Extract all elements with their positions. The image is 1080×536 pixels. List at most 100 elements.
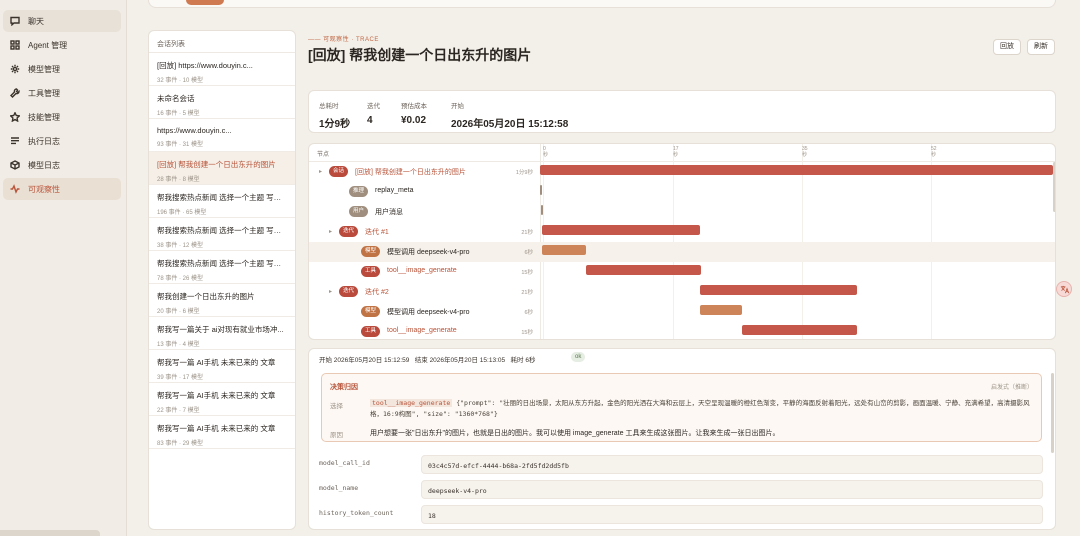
nav-item-observability[interactable]: 可观察性	[3, 178, 121, 200]
timeline-bar[interactable]	[742, 325, 857, 335]
nav-item-model-log[interactable]: 模型日志	[3, 154, 121, 176]
translate-icon	[1060, 285, 1069, 293]
nav-item-label: 技能管理	[28, 112, 60, 122]
span-took: 耗时 6秒	[510, 357, 536, 364]
timeline-tick: 0秒	[543, 146, 548, 158]
kv-key: model_name	[319, 484, 359, 492]
span-time-info: 开始 2026年05月20日 15:12:59 结束 2026年05月20日 1…	[319, 354, 535, 364]
timeline-bar[interactable]	[540, 185, 542, 195]
timeline-row[interactable]: ▸ 迭代 迭代 #2 21秒	[309, 282, 1055, 302]
timeline-row[interactable]: 模型 模型调用 deepseek-v4-pro 6秒	[309, 302, 1055, 322]
stat-duration: 总耗时 1分9秒	[319, 100, 350, 130]
expand-caret-icon[interactable]: ▸	[319, 168, 322, 175]
node-label: 用户消息	[375, 209, 403, 216]
span-start: 开始 2026年05月20日 15:12:59	[319, 357, 410, 364]
node-label: 模型调用 deepseek-v4-pro	[387, 249, 470, 256]
session-item[interactable]: 帮我创建一个日出东升的图片 20 事件 · 6 模型	[149, 284, 295, 317]
timeline-row[interactable]: 推理 replay_meta	[309, 182, 1055, 202]
session-title: 帮我搜索热点新闻 选择一个主题 写一...	[157, 193, 287, 202]
tick-unit: 秒	[673, 152, 679, 158]
session-title: 帮我搜索热点新闻 选择一个主题 写一...	[157, 226, 287, 235]
stat-value: 4	[367, 115, 373, 126]
timeline-row[interactable]: 工具 tool__image_generate 15秒	[309, 322, 1055, 339]
timeline-scrollbar[interactable]	[1053, 162, 1055, 212]
session-title: [回放] 帮我创建一个日出东升的图片	[157, 160, 276, 169]
timeline-row[interactable]: ▸ 会话 [回放] 帮我创建一个日出东升的图片 1分9秒	[309, 162, 1055, 182]
refresh-button[interactable]: 刷新	[1027, 39, 1055, 55]
details-scrollbar[interactable]	[1051, 373, 1054, 453]
timeline-bar[interactable]	[542, 245, 586, 255]
sidebar-nav: 聊天 Agent 管理 模型管理 工具管理 技能管理 执行日志 模型日志 可观察…	[0, 0, 127, 536]
session-item[interactable]: 帮我写一篇 AI手机 未来已来的 文章 83 事件 · 29 模型	[149, 416, 295, 449]
session-item[interactable]: 帮我搜索热点新闻 选择一个主题 写一... 196 事件 · 65 模型	[149, 185, 295, 218]
timeline-row[interactable]: 模型 模型调用 deepseek-v4-pro 6秒	[309, 242, 1055, 262]
timeline-row[interactable]: 用户 用户消息	[309, 202, 1055, 222]
star-icon	[8, 110, 22, 124]
top-strip	[148, 0, 1056, 8]
session-item[interactable]: 帮我搜索热点新闻 选择一个主题 写一... 78 事件 · 26 模型	[149, 251, 295, 284]
nav-item-label: 可观察性	[28, 184, 60, 194]
replay-button[interactable]: 回放	[993, 39, 1021, 55]
select-args: {"prompt": "壮丽的日出场景，太阳从东方升起，金色的阳光洒在大海和云层…	[370, 399, 1030, 418]
node-label: 模型调用 deepseek-v4-pro	[387, 309, 470, 316]
nav-item-tools[interactable]: 工具管理	[3, 82, 121, 104]
status-badge: ok	[571, 352, 586, 362]
timeline-row[interactable]: 工具 tool__image_generate 15秒	[309, 262, 1055, 282]
timeline-bar[interactable]	[586, 265, 701, 275]
stats-card: 总耗时 1分9秒 迭代 4 预估成本 ¥0.02 开始 2026年05月20日 …	[308, 90, 1056, 133]
grid-icon	[8, 38, 22, 52]
node-label: tool__image_generate	[387, 327, 457, 334]
session-meta: 93 事件 · 31 模型	[157, 142, 204, 148]
session-item[interactable]: 帮我写一篇关于 ai对现有就业市场冲... 13 事件 · 4 模型	[149, 317, 295, 350]
node-label: 迭代 #2	[365, 289, 389, 296]
timeline-bar[interactable]	[541, 205, 543, 215]
session-item[interactable]: 帮我写一篇 AI手机 未来已来的 文章 22 事件 · 7 模型	[149, 383, 295, 416]
node-type-badge: 会话	[329, 166, 349, 177]
session-meta: 20 事件 · 6 模型	[157, 309, 200, 315]
nav-item-label: 模型日志	[28, 160, 60, 170]
timeline-bar[interactable]	[542, 225, 700, 235]
expand-caret-icon[interactable]: ▸	[329, 228, 332, 235]
session-item[interactable]: 帮我写一篇 AI手机 未来已来的 文章 39 事件 · 17 模型	[149, 350, 295, 383]
trace-timeline: 节点 0 秒 17 秒 35 秒 52 秒 ▸ 会话 [回放] 帮我创建一个日出东升的图片 1分9秒…	[308, 143, 1056, 340]
nav-item-chat[interactable]: 聊天	[3, 10, 121, 32]
session-item[interactable]: 未命名会话 16 事件 · 5 模型	[149, 86, 295, 119]
expand-caret-icon[interactable]: ▸	[329, 288, 332, 295]
node-duration: 1分9秒	[515, 170, 533, 176]
session-item[interactable]: https://www.douyin.c... 93 事件 · 31 模型	[149, 119, 295, 152]
timeline-bar[interactable]	[700, 285, 857, 295]
session-list: 会话列表 [回放] https://www.douyin.c... 32 事件 ·…	[148, 30, 296, 530]
pulse-icon	[8, 182, 22, 196]
decision-method: 启发式（推断）	[990, 385, 1033, 391]
tick-unit: 秒	[543, 152, 549, 158]
session-meta: 22 事件 · 7 模型	[157, 408, 200, 414]
timeline-tick: 35 秒	[802, 146, 808, 158]
kv-value-model-call-id[interactable]: 03c4c57d-efcf-4444-b68a-2fd5fd2dd5fb	[421, 455, 1043, 474]
session-meta: 38 事件 · 12 模型	[157, 243, 204, 249]
timeline-row[interactable]: ▸ 迭代 迭代 #1 21秒	[309, 222, 1055, 242]
kv-value-history-token-count[interactable]: 18	[421, 505, 1043, 524]
nav-item-skills[interactable]: 技能管理	[3, 106, 121, 128]
session-item[interactable]: [回放] 帮我创建一个日出东升的图片 28 事件 · 8 模型	[149, 152, 295, 185]
nav-footer	[0, 530, 100, 536]
session-item[interactable]: [回放] https://www.douyin.c... 32 事件 · 10 模…	[149, 53, 295, 86]
decision-title: 决策归因	[330, 384, 358, 391]
stat-start: 开始 2026年05月20日 15:12:58	[451, 100, 568, 130]
timeline-bar[interactable]	[700, 305, 742, 315]
floating-assistant-icon[interactable]	[1056, 281, 1072, 297]
nav-item-agent[interactable]: Agent 管理	[3, 34, 121, 56]
session-title: [回放] https://www.douyin.c...	[157, 61, 253, 70]
top-tab-indicator[interactable]	[186, 0, 224, 5]
node-label: 迭代 #1	[365, 229, 389, 236]
select-tool: tool__image_generate	[370, 399, 453, 407]
nav-item-exec-log[interactable]: 执行日志	[3, 130, 121, 152]
nav-item-models[interactable]: 模型管理	[3, 58, 121, 80]
stat-label: 开始	[451, 103, 464, 110]
timeline-bar[interactable]	[540, 165, 1053, 175]
session-title: 帮我创建一个日出东升的图片	[157, 292, 255, 301]
node-type-badge: 工具	[361, 266, 381, 277]
session-item[interactable]: 帮我搜索热点新闻 选择一个主题 写一... 38 事件 · 12 模型	[149, 218, 295, 251]
kv-value-model-name[interactable]: deepseek-v4-pro	[421, 480, 1043, 499]
session-meta: 39 事件 · 17 模型	[157, 375, 204, 381]
timeline-tick: 17 秒	[673, 146, 679, 158]
